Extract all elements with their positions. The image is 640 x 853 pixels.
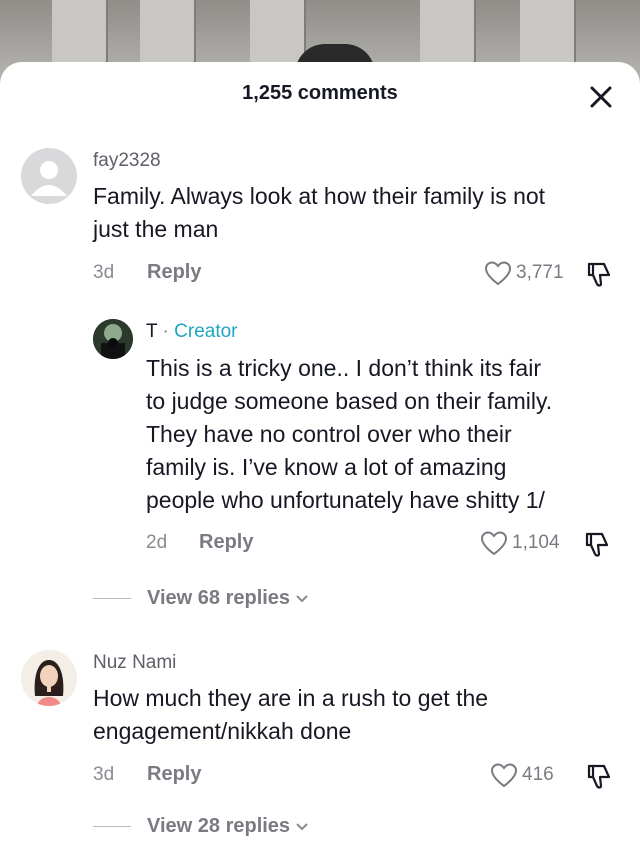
comment-text: This is a tricky one.. I don’t think its… xyxy=(146,352,552,517)
like-button[interactable]: 3,771 xyxy=(484,260,564,286)
reply-button[interactable]: Reply xyxy=(147,261,201,284)
separator-dot: · xyxy=(162,321,169,342)
dislike-icon[interactable] xyxy=(582,530,612,560)
comment-text-line: engagement/nikkah done xyxy=(93,718,352,744)
creator-avatar[interactable] xyxy=(93,319,133,359)
comment-text: How much they are in a rush to get the e… xyxy=(93,682,488,748)
avatar[interactable] xyxy=(21,148,77,204)
dislike-icon[interactable] xyxy=(584,260,614,290)
comment-time: 3d xyxy=(93,764,115,785)
default-avatar-icon xyxy=(31,161,67,196)
background-panel xyxy=(140,0,196,70)
divider-line xyxy=(93,598,131,599)
comment-text: Family. Always look at how their family … xyxy=(93,180,545,246)
chevron-down-icon xyxy=(296,594,308,602)
like-button[interactable]: 1,104 xyxy=(480,530,560,556)
comment-username[interactable]: Nuz Nami xyxy=(93,652,176,674)
view-replies-label: View 68 replies xyxy=(147,587,291,609)
creator-username[interactable]: T · Creator xyxy=(146,321,238,343)
background-panel xyxy=(520,0,576,70)
comment-username[interactable]: fay2328 xyxy=(93,150,161,172)
comment-text-line: Family. Always look at how their family … xyxy=(93,183,546,209)
like-count: 1,104 xyxy=(512,532,560,553)
reply-button[interactable]: Reply xyxy=(199,531,253,554)
comment-text-line: family is. I’ve know a lot of amazing xyxy=(146,454,507,480)
illustrated-avatar-image xyxy=(21,650,77,706)
divider-line xyxy=(93,826,131,827)
comment-text-line: to judge someone based on their family. xyxy=(146,388,553,414)
close-icon[interactable] xyxy=(588,84,614,110)
heart-icon xyxy=(490,763,518,788)
creator-name: T xyxy=(146,321,158,342)
comments-count-title: 1,255 comments xyxy=(242,82,398,104)
comment-time: 3d xyxy=(93,262,115,283)
comment-text-line: just the man xyxy=(93,216,219,242)
comment-text-line: They have no control over who their xyxy=(146,421,512,447)
like-count: 416 xyxy=(522,764,554,785)
view-replies-label: View 28 replies xyxy=(147,815,291,837)
avatar[interactable] xyxy=(21,650,77,706)
creator-avatar-image xyxy=(93,319,133,359)
heart-icon xyxy=(484,261,512,286)
comment-text-line: people who unfortunately have shitty 1/ xyxy=(146,487,545,513)
comment-text-line: How much they are in a rush to get the xyxy=(93,685,489,711)
like-button[interactable]: 416 xyxy=(490,762,554,788)
reply-button[interactable]: Reply xyxy=(147,763,201,786)
heart-icon xyxy=(480,531,508,556)
comments-sheet: 1,255 comments fay2328 Family. Always lo… xyxy=(0,62,640,853)
chevron-down-icon xyxy=(296,822,308,830)
background-panel xyxy=(420,0,476,70)
view-replies-button[interactable]: View 28 replies xyxy=(93,815,310,838)
dislike-icon[interactable] xyxy=(584,762,614,792)
comment-time: 2d xyxy=(146,532,168,553)
background-panel xyxy=(52,0,108,70)
like-count: 3,771 xyxy=(516,262,564,283)
view-replies-button[interactable]: View 68 replies xyxy=(93,587,310,610)
creator-badge: Creator xyxy=(174,321,238,342)
comment-text-line: This is a tricky one.. I don’t think its… xyxy=(146,355,541,381)
